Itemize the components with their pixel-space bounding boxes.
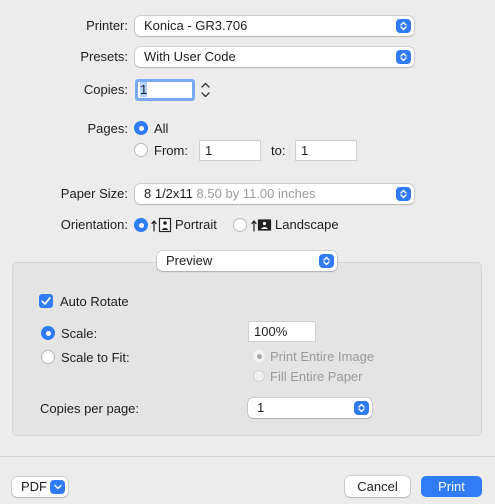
section-menu-select[interactable]: Preview [157,251,337,271]
copies-label: Copies: [83,82,128,97]
auto-rotate-checkbox[interactable] [39,294,53,308]
chevron-updown-icon [396,187,411,201]
pages-to-label: to: [271,143,286,158]
auto-rotate-label: Auto Rotate [60,294,129,309]
presets-value: With User Code [144,49,236,64]
pages-label: Pages: [87,121,128,136]
stepper-arrows-icon [201,82,210,98]
scale-label: Scale: [61,326,98,341]
scale-value: 100% [254,324,288,339]
footer-divider [0,456,495,457]
print-entire-image-radio[interactable] [253,350,265,362]
pages-from-input[interactable]: 1 [199,140,261,161]
chevron-updown-icon [396,19,411,33]
copies-input[interactable]: 1 [135,79,195,101]
copies-value: 1 [140,82,148,97]
pages-all-label: All [154,121,169,136]
orientation-portrait-radio[interactable] [134,218,148,232]
cancel-button[interactable]: Cancel [345,476,410,497]
orientation-portrait-label: Portrait [175,217,217,232]
paper-size-label: Paper Size: [60,186,128,201]
pages-from-label: From: [154,143,188,158]
print-entire-image-label: Print Entire Image [270,349,375,364]
pages-all-radio[interactable] [134,121,148,135]
pages-to-input[interactable]: 1 [295,140,357,161]
printer-value: Konica - GR3.706 [144,18,248,33]
paper-size-select[interactable]: 8 1/2x11 8.50 by 11.00 inches [135,184,414,204]
pdf-menu-button[interactable]: PDF [12,477,68,497]
scale-to-fit-radio[interactable] [41,350,55,364]
portrait-icon [151,217,172,236]
presets-select[interactable]: With User Code [135,47,414,67]
presets-label: Presets: [80,49,128,64]
copies-per-page-select[interactable]: 1 [248,398,372,418]
chevron-updown-icon [396,50,411,64]
scale-radio[interactable] [41,326,55,340]
orientation-landscape-radio[interactable] [233,218,247,232]
landscape-icon [251,217,272,236]
orientation-label: Orientation: [60,217,128,232]
printer-select[interactable]: Konica - GR3.706 [135,16,414,36]
pdf-label: PDF [21,479,47,494]
copies-per-page-value: 1 [257,400,265,415]
orientation-landscape-label: Landscape [275,217,339,232]
paper-size-value: 8 1/2x11 [144,186,193,201]
fill-entire-paper-label: Fill Entire Paper [270,369,363,384]
pages-from-value: 1 [205,143,213,158]
chevron-down-icon [50,480,65,494]
scale-to-fit-label: Scale to Fit: [61,350,130,365]
copies-per-page-label: Copies per page: [40,401,140,416]
checkmark-icon [41,297,51,305]
paper-size-detail: 8.50 by 11.00 inches [196,186,316,201]
chevron-updown-icon [319,254,334,268]
print-button[interactable]: Print [421,476,482,497]
section-menu-value: Preview [166,253,213,268]
chevron-updown-icon [354,401,369,415]
fill-entire-paper-radio[interactable] [253,370,265,382]
printer-label: Printer: [86,18,128,33]
copies-stepper[interactable] [199,80,212,100]
pages-to-value: 1 [301,143,309,158]
pages-from-radio[interactable] [134,143,148,157]
scale-input[interactable]: 100% [248,321,316,342]
